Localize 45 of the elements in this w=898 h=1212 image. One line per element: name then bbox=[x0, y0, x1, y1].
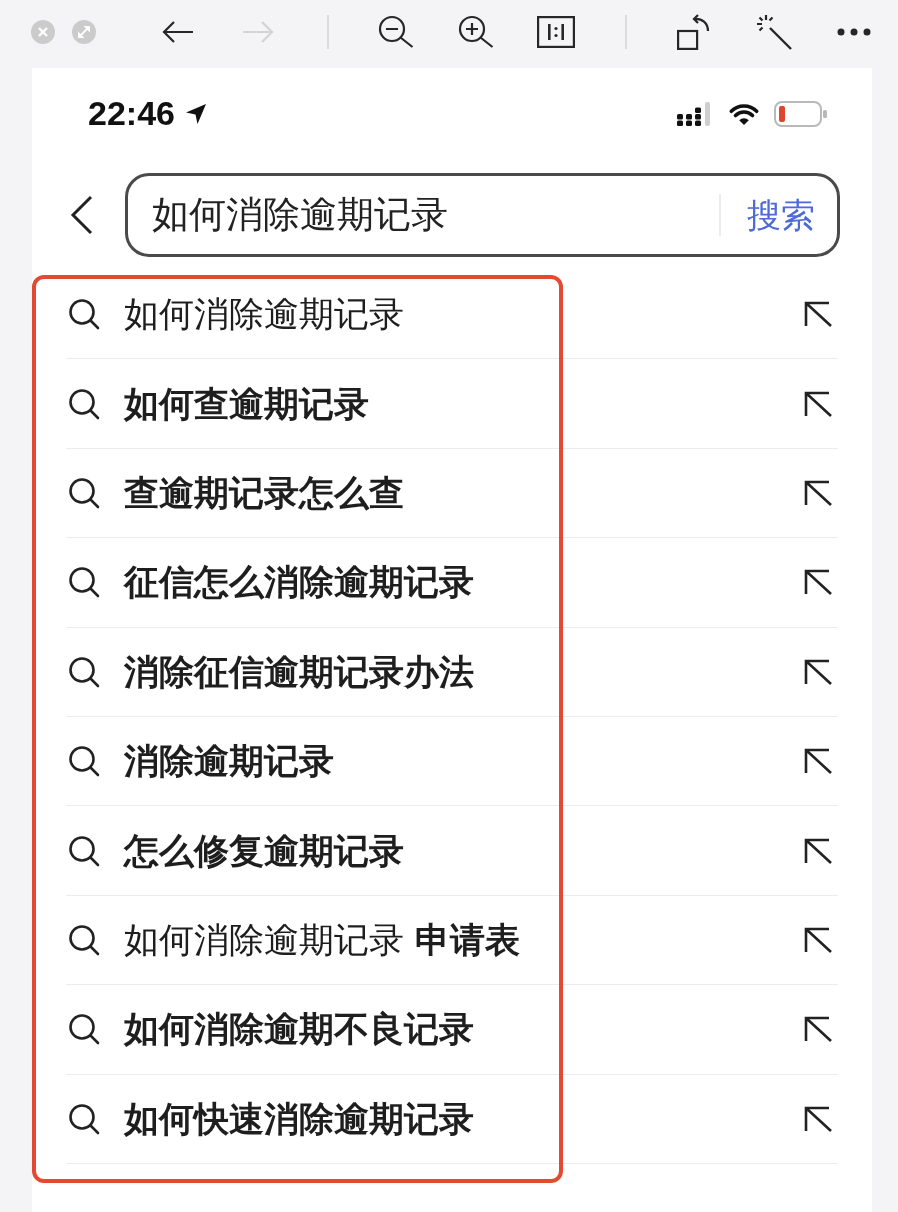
zoom-in-icon[interactable] bbox=[458, 15, 494, 49]
suggestion-text[interactable]: 征信怎么消除逾期记录 bbox=[124, 562, 474, 603]
suggestion-text[interactable]: 如何消除逾期不良记录 bbox=[124, 1009, 474, 1050]
arrow-up-left-icon[interactable] bbox=[803, 836, 833, 865]
location-arrow-icon bbox=[184, 103, 207, 125]
battery-icon bbox=[774, 101, 828, 127]
arrow-up-left-icon[interactable] bbox=[803, 747, 833, 776]
search-icon bbox=[68, 1102, 100, 1135]
suggestion-text[interactable]: 如何消除逾期记录 bbox=[124, 294, 404, 335]
arrow-up-left-icon[interactable] bbox=[803, 568, 833, 597]
rotate-icon[interactable] bbox=[677, 14, 711, 50]
arrow-up-left-icon[interactable] bbox=[803, 300, 833, 329]
suggestion-text[interactable]: 查逾期记录怎么查 bbox=[124, 472, 404, 513]
suggestion-text[interactable]: 消除逾期记录 bbox=[124, 741, 334, 782]
suggestion-text[interactable]: 如何消除逾期记录 申请表 bbox=[124, 919, 521, 960]
suggestion-text[interactable]: 消除征信逾期记录办法 bbox=[124, 651, 474, 692]
search-field[interactable]: 如何消除逾期记录 搜索 bbox=[125, 173, 840, 257]
suggestion-text[interactable]: 如何快速消除逾期记录 bbox=[124, 1098, 474, 1139]
arrow-left-icon[interactable] bbox=[162, 20, 194, 44]
arrow-up-left-icon[interactable] bbox=[803, 1104, 833, 1133]
search-icon bbox=[68, 834, 100, 867]
search-icon bbox=[68, 476, 100, 509]
actual-size-icon[interactable] bbox=[537, 16, 575, 48]
wifi-icon bbox=[728, 102, 760, 126]
search-icon bbox=[68, 1013, 100, 1046]
search-icon bbox=[68, 298, 100, 331]
arrow-up-left-icon[interactable] bbox=[803, 1015, 833, 1044]
arrow-up-left-icon[interactable] bbox=[803, 925, 833, 954]
signal-icon bbox=[677, 102, 713, 126]
search-icon bbox=[68, 566, 100, 599]
search-icon bbox=[68, 387, 100, 420]
search-icon bbox=[68, 745, 100, 778]
arrow-up-left-icon[interactable] bbox=[803, 657, 833, 686]
back-icon[interactable] bbox=[70, 195, 94, 235]
arrow-up-left-icon[interactable] bbox=[803, 478, 833, 507]
suggestion-text[interactable]: 怎么修复逾期记录 bbox=[124, 830, 404, 871]
arrow-up-left-icon[interactable] bbox=[803, 389, 833, 418]
status-time: 22:46 bbox=[88, 95, 175, 133]
search-icon bbox=[68, 655, 100, 688]
magic-wand-icon[interactable] bbox=[756, 14, 792, 50]
suggestion-text[interactable]: 如何查逾期记录 bbox=[124, 383, 369, 424]
more-icon[interactable] bbox=[837, 28, 871, 36]
zoom-out-icon[interactable] bbox=[378, 15, 414, 49]
search-button[interactable]: 搜索 bbox=[747, 194, 815, 236]
search-icon bbox=[68, 923, 100, 956]
